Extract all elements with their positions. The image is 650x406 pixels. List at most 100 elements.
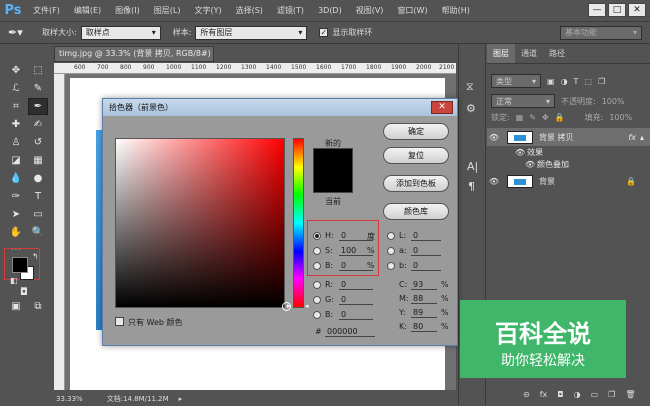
menu-type[interactable]: 文字(Y) [187, 5, 228, 16]
filter-smart-icon[interactable]: ❐ [598, 77, 605, 86]
filter-shape-icon[interactable]: ⬚ [584, 77, 592, 86]
hue-slider-left-arrow[interactable]: ▸ [287, 302, 291, 310]
layer-mask-icon[interactable]: ◘ [557, 390, 563, 399]
paragraph-panel-icon[interactable]: ¶ [468, 180, 475, 193]
healing-brush-icon[interactable]: ✚ [6, 116, 26, 133]
minimize-button[interactable]: — [588, 3, 606, 17]
sample-layers-select[interactable]: 所有图层 ▾ [195, 25, 308, 40]
dodge-tool-icon[interactable]: ● [28, 170, 48, 187]
lab-l-input[interactable]: 0 [411, 230, 441, 241]
new-layer-icon[interactable]: ❐ [608, 390, 615, 399]
eye-icon[interactable]: 👁 [515, 148, 527, 157]
saturation-brightness-field[interactable] [115, 138, 285, 308]
radio-saturation[interactable] [313, 247, 321, 255]
lock-pixels-icon[interactable]: ✎ [529, 113, 536, 122]
close-window-button[interactable]: ✕ [628, 3, 646, 17]
red-input[interactable]: 0 [339, 279, 373, 290]
menu-select[interactable]: 选择(S) [229, 5, 270, 16]
blue-input[interactable]: 0 [339, 309, 373, 320]
fx-icon[interactable]: fx [540, 390, 548, 399]
menu-window[interactable]: 窗口(W) [390, 5, 434, 16]
menu-filter[interactable]: 滤镜(T) [270, 5, 311, 16]
radio-red[interactable] [313, 281, 321, 289]
color-overlay-row[interactable]: 👁 颜色叠加 [487, 158, 650, 170]
brush-tool-icon[interactable]: ✍ [28, 116, 48, 133]
lasso-tool-icon[interactable]: ℒ [6, 80, 26, 97]
blur-tool-icon[interactable]: 💧 [6, 170, 26, 187]
filter-type-icon[interactable]: T [574, 77, 579, 86]
move-tool-icon[interactable]: ✥ [6, 62, 26, 79]
gradient-tool-icon[interactable]: ▦ [28, 152, 48, 169]
pen-tool-icon[interactable]: ✑ [6, 188, 26, 205]
lock-transparent-icon[interactable]: ▦ [516, 113, 524, 122]
history-brush-icon[interactable]: ↺ [28, 134, 48, 151]
menu-edit[interactable]: 编辑(E) [67, 5, 108, 16]
maximize-button[interactable]: □ [608, 3, 626, 17]
lab-a-input[interactable]: 0 [411, 245, 441, 256]
document-tab[interactable]: timg.jpg @ 33.3% (背景 拷贝, RGB/8#) * × [54, 46, 214, 62]
hue-slider[interactable] [293, 138, 304, 308]
sample-size-select[interactable]: 取样点 ▾ [80, 25, 161, 40]
eye-icon[interactable]: 👁 [525, 160, 537, 169]
hue-slider-right-arrow[interactable]: ◂ [305, 302, 309, 310]
filter-pixel-icon[interactable]: ▣ [547, 77, 555, 86]
add-to-swatches-button[interactable]: 添加到色板 [383, 175, 449, 192]
marquee-tool-icon[interactable]: ⬚ [28, 62, 48, 79]
history-panel-icon[interactable]: ⧖ [466, 80, 474, 94]
web-colors-only-checkbox[interactable] [115, 317, 124, 326]
delete-layer-icon[interactable]: 🗑 [625, 390, 635, 399]
layer-fx-icon[interactable]: fx [628, 133, 636, 142]
layer-kind-filter[interactable]: 类型 ▾ [491, 74, 541, 88]
zoom-tool-icon[interactable]: 🔍 [28, 224, 48, 241]
menu-view[interactable]: 视图(V) [349, 5, 391, 16]
status-arrow-icon[interactable]: ▸ [179, 395, 183, 403]
eye-icon[interactable]: 👁 [487, 177, 501, 186]
radio-lab-a[interactable] [387, 247, 395, 255]
swap-colors-icon[interactable]: ↰ [32, 252, 39, 261]
radio-blue[interactable] [313, 311, 321, 319]
character-panel-icon[interactable]: A| [467, 160, 478, 173]
tab-paths[interactable]: 路径 [543, 44, 571, 63]
adjustment-layer-icon[interactable]: ◑ [574, 390, 581, 399]
opacity-value[interactable]: 100% [602, 97, 625, 106]
show-sampling-ring-checkbox[interactable]: ✓ [319, 28, 329, 37]
link-layers-icon[interactable]: ⊝ [523, 390, 530, 399]
menu-3d[interactable]: 3D(D) [311, 6, 349, 15]
screen-mode-alt-icon[interactable]: ⧉ [28, 298, 48, 315]
collapse-icon[interactable]: ▴ [640, 133, 644, 142]
new-group-icon[interactable]: ▭ [591, 390, 599, 399]
radio-brightness[interactable] [313, 262, 321, 270]
clone-stamp-icon[interactable]: ♙ [6, 134, 26, 151]
magenta-input[interactable]: 88 [411, 293, 437, 304]
filter-adjust-icon[interactable]: ◑ [561, 77, 568, 86]
type-tool-icon[interactable]: T [28, 188, 48, 205]
lab-b-input[interactable]: 0 [411, 260, 441, 271]
color-libraries-button[interactable]: 颜色库 [383, 203, 449, 220]
quick-select-tool-icon[interactable]: ✎ [28, 80, 48, 97]
eyedropper-tool-icon[interactable]: ✒ [28, 98, 48, 115]
lock-position-icon[interactable]: ✥ [542, 113, 549, 122]
eye-icon[interactable]: 👁 [487, 133, 501, 142]
menu-help[interactable]: 帮助(H) [435, 5, 477, 16]
tab-channels[interactable]: 通道 [515, 44, 543, 63]
layer-row-background[interactable]: 👁 背景 🔒 [487, 172, 650, 190]
radio-lab-b[interactable] [387, 262, 395, 270]
menu-layer[interactable]: 图层(L) [147, 5, 188, 16]
menu-image[interactable]: 图像(I) [108, 5, 147, 16]
rectangle-tool-icon[interactable]: ▭ [28, 206, 48, 223]
eyedropper-preset-icon[interactable]: ✒▾ [8, 26, 32, 39]
yellow-input[interactable]: 89 [411, 307, 437, 318]
tab-layers[interactable]: 图层 [487, 44, 515, 63]
green-input[interactable]: 0 [339, 294, 373, 305]
eraser-tool-icon[interactable]: ◪ [6, 152, 26, 169]
hex-input[interactable]: 000000 [325, 326, 375, 337]
dialog-close-button[interactable]: ✕ [431, 101, 453, 114]
crop-tool-icon[interactable]: ⌗ [6, 98, 26, 115]
black-input[interactable]: 80 [411, 321, 437, 332]
foreground-color-swatch[interactable] [12, 257, 28, 273]
hand-tool-icon[interactable]: ✋ [6, 224, 26, 241]
radio-hue[interactable] [313, 232, 321, 240]
reset-button[interactable]: 复位 [383, 147, 449, 164]
workspace-select[interactable]: 基本功能 ▾ [560, 25, 642, 40]
cyan-input[interactable]: 93 [411, 279, 437, 290]
